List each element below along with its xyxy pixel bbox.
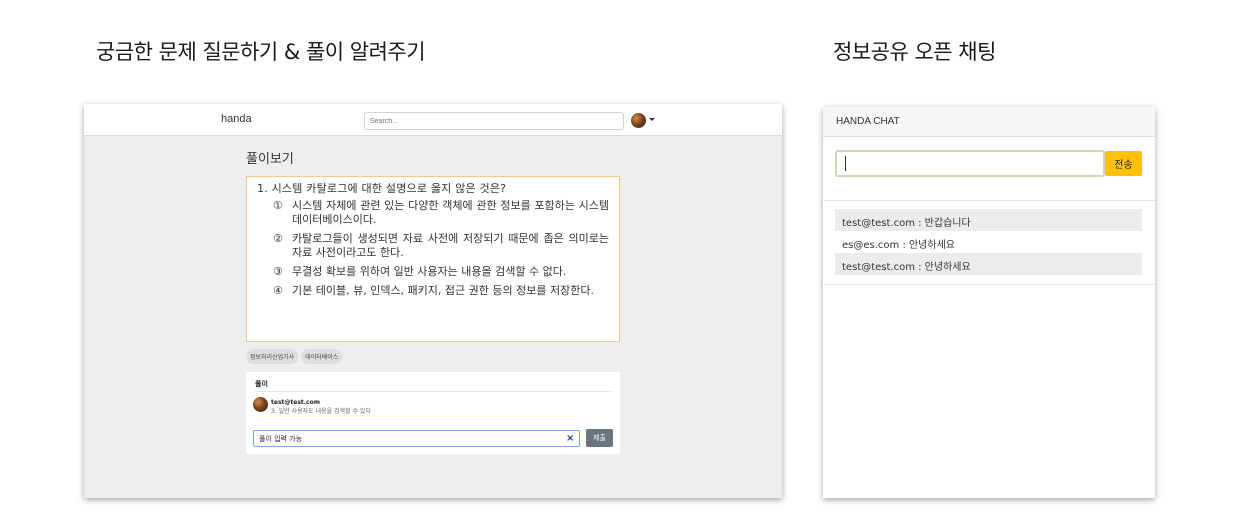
divider bbox=[255, 391, 611, 392]
question-option: ② 카탈로그들이 생성되면 자료 사전에 저장되기 때문에 좁은 의미로는 자료… bbox=[257, 232, 609, 260]
chat-title: HANDA CHAT bbox=[823, 107, 1155, 137]
clear-icon[interactable]: × bbox=[566, 433, 574, 444]
option-number: ① bbox=[273, 199, 283, 212]
navbar-brand[interactable]: handa bbox=[221, 113, 252, 125]
question-title: 1. 시스템 카탈로그에 대한 설명으로 옳지 않은 것은? bbox=[257, 182, 507, 195]
search-input[interactable] bbox=[364, 112, 624, 130]
option-text: 무결성 확보를 위하여 일반 사용자는 내용을 검색할 수 없다. bbox=[292, 265, 567, 278]
option-number: ② bbox=[273, 232, 283, 245]
answer-card: 풀이 test@test.com 3. 일반 사용자도 내용을 검색할 수 있다… bbox=[246, 372, 620, 454]
option-text: 기본 테이블, 뷰, 인덱스, 패키지, 접근 권한 등의 정보를 저장한다. bbox=[292, 284, 594, 297]
send-button[interactable]: 전송 bbox=[1105, 151, 1142, 176]
question-card: 1. 시스템 카탈로그에 대한 설명으로 옳지 않은 것은? ① 시스템 자체에… bbox=[246, 176, 620, 342]
page-title: 풀이보기 bbox=[246, 152, 294, 167]
qa-page-window: handa 풀이보기 1. 시스템 카탈로그에 대한 설명으로 옳지 않은 것은… bbox=[84, 104, 782, 498]
answer-author-avatar bbox=[253, 397, 268, 412]
answer-input[interactable] bbox=[253, 430, 580, 447]
answer-author-email: test@test.com bbox=[271, 399, 320, 406]
option-text: 카탈로그들이 생성되면 자료 사전에 저장되기 때문에 좁은 의미로는 자료 사… bbox=[292, 232, 609, 259]
right-section-heading: 정보공유 오픈 채팅 bbox=[833, 40, 996, 64]
chevron-down-icon[interactable] bbox=[649, 118, 655, 121]
chat-message-list: test@test.com : 반갑습니다 es@es.com : 안녕하세요 … bbox=[835, 209, 1142, 275]
answer-content: 3. 일반 사용자도 내용을 검색할 수 있다 bbox=[271, 408, 371, 415]
question-option: ③ 무결성 확보를 위하여 일반 사용자는 내용을 검색할 수 없다. bbox=[257, 265, 609, 279]
submit-answer-button[interactable]: 제출 bbox=[586, 429, 613, 447]
question-option: ① 시스템 자체에 관련 있는 다양한 객체에 관한 정보를 포함하는 시스템 … bbox=[257, 199, 609, 227]
chat-message-input[interactable] bbox=[835, 150, 1105, 177]
user-avatar[interactable] bbox=[631, 113, 646, 128]
chat-message: test@test.com : 반갑습니다 bbox=[835, 209, 1142, 231]
tag-badge[interactable]: 데이터베이스 bbox=[301, 349, 343, 364]
chat-message: test@test.com : 안녕하세요 bbox=[835, 253, 1142, 275]
option-number: ③ bbox=[273, 265, 283, 278]
chat-window: HANDA CHAT 전송 test@test.com : 반갑습니다 es@e… bbox=[823, 107, 1155, 498]
chat-message: es@es.com : 안녕하세요 bbox=[842, 240, 955, 251]
divider bbox=[823, 200, 1155, 201]
answer-section-label: 풀이 bbox=[255, 380, 268, 388]
tag-badge[interactable]: 정보처리산업기사 bbox=[246, 349, 299, 364]
navbar: handa bbox=[84, 104, 782, 136]
option-text: 시스템 자체에 관련 있는 다양한 객체에 관한 정보를 포함하는 시스템 데이… bbox=[292, 199, 609, 226]
option-number: ④ bbox=[273, 284, 283, 297]
question-option: ④ 기본 테이블, 뷰, 인덱스, 패키지, 접근 권한 등의 정보를 저장한다… bbox=[257, 284, 609, 298]
divider bbox=[823, 284, 1155, 285]
tag-list: 정보처리산업기사 데이터베이스 bbox=[246, 349, 343, 364]
text-cursor bbox=[845, 156, 846, 171]
left-section-heading: 궁금한 문제 질문하기 & 풀이 알려주기 bbox=[96, 40, 426, 64]
